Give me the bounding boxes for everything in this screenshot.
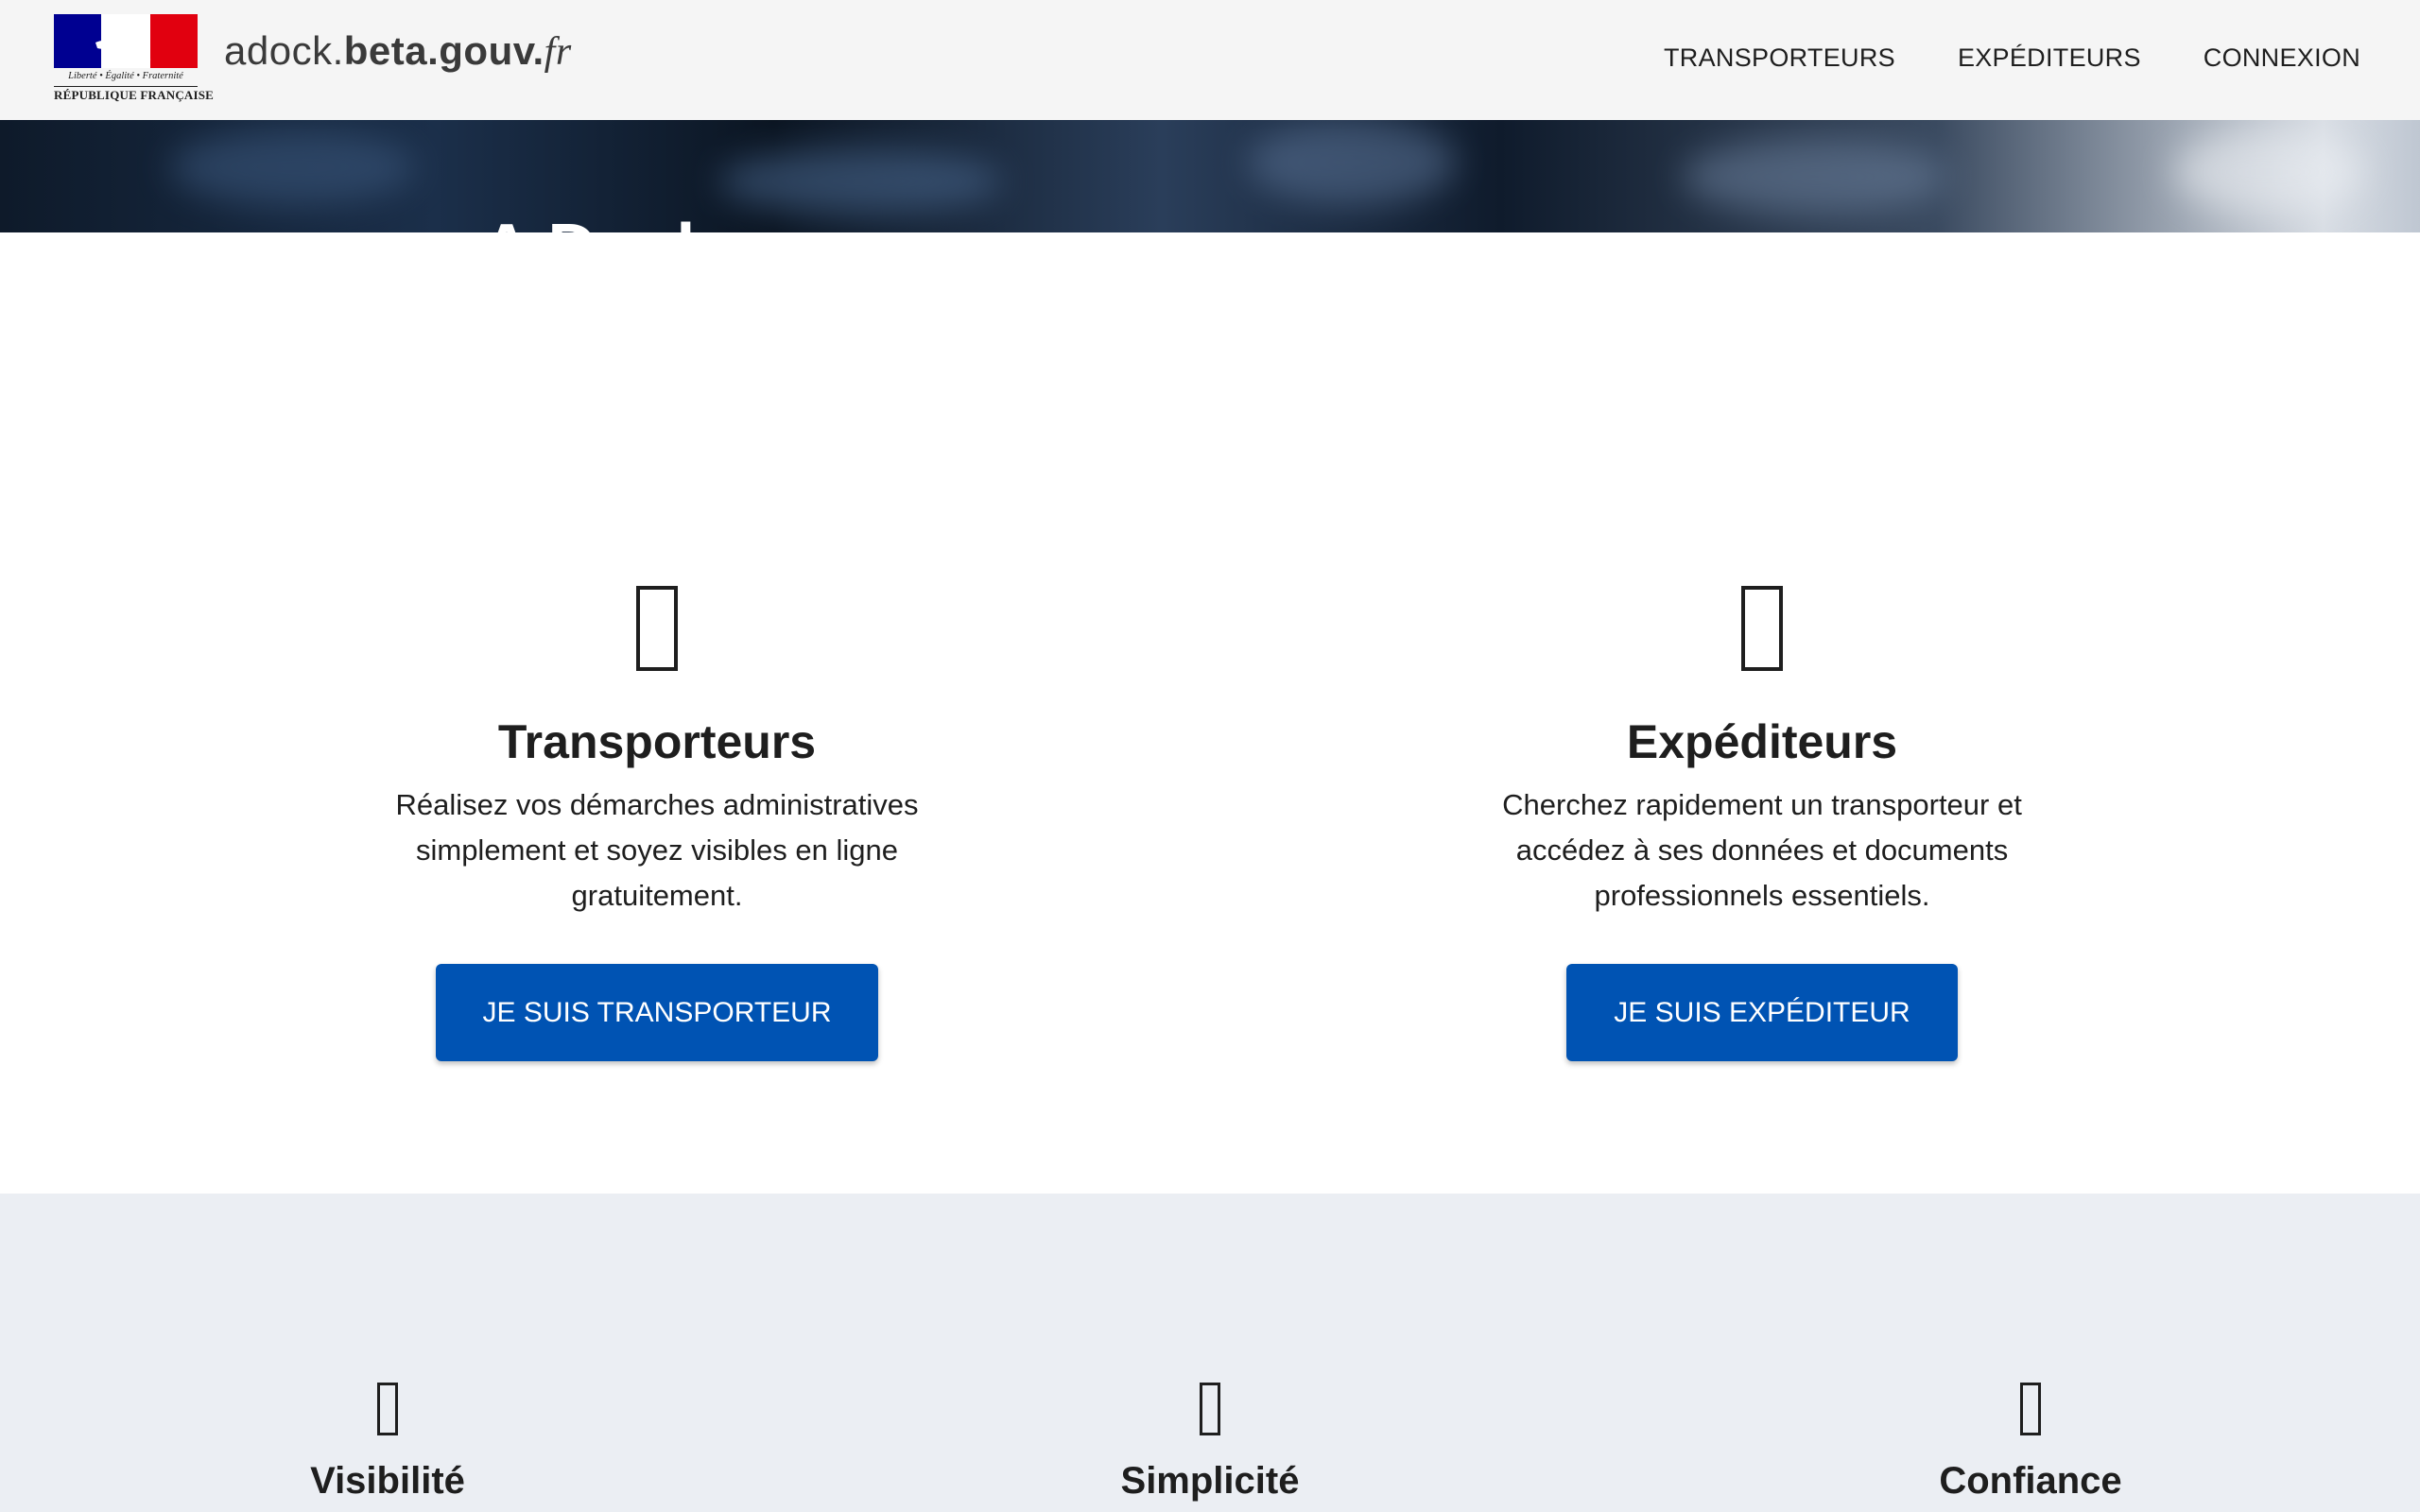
brand-part-adock: adock. [224, 28, 344, 73]
je-suis-transporteur-button[interactable]: JE SUIS TRANSPORTEUR [435, 964, 879, 1061]
nav-link-transporteurs[interactable]: TRANSPORTEURS [1664, 43, 1895, 73]
site-header: Liberté • Égalité • Fraternité RÉPUBLIQU… [0, 0, 2420, 120]
expediteurs-card: Expéditeurs Cherchez rapidement un trans… [1431, 586, 2093, 1061]
republique-francaise-logo[interactable]: Liberté • Égalité • Fraternité RÉPUBLIQU… [54, 14, 214, 102]
hero-banner: A Dock [0, 120, 2420, 232]
shield-icon [2020, 1383, 2041, 1435]
site-brand[interactable]: adock.beta.gouv.fr [224, 28, 572, 75]
truck-icon [636, 586, 678, 671]
nav-link-expediteurs[interactable]: EXPÉDITEURS [1958, 43, 2141, 73]
feature-visibilite: Visibilité [151, 1383, 624, 1500]
eye-icon [377, 1383, 398, 1435]
brand-part-beta: beta [343, 28, 428, 73]
feature-title: Confiance [1939, 1460, 2122, 1502]
nav-link-connexion[interactable]: CONNEXION [2204, 43, 2360, 73]
audience-section: Transporteurs Réalisez vos démarches adm… [0, 232, 2420, 1194]
check-icon [1200, 1383, 1220, 1435]
brand-part-gouv: .gouv. [427, 28, 544, 73]
je-suis-expediteur-button[interactable]: JE SUIS EXPÉDITEUR [1566, 964, 1958, 1061]
features-section: Visibilité Simplicité Confiance [0, 1194, 2420, 1512]
transporteurs-card: Transporteurs Réalisez vos démarches adm… [326, 586, 988, 1061]
feature-confiance: Confiance [1794, 1383, 2267, 1500]
card-title: Expéditeurs [1626, 715, 1898, 768]
feature-simplicite: Simplicité [974, 1383, 1446, 1500]
card-title: Transporteurs [497, 715, 817, 768]
main-nav: TRANSPORTEURS EXPÉDITEURS CONNEXION [1664, 43, 2360, 73]
logo-motto: Liberté • Égalité • Fraternité [68, 71, 183, 81]
logo-republique: RÉPUBLIQUE FRANÇAISE [54, 86, 215, 102]
card-description: Réalisez vos démarches administratives s… [395, 788, 919, 912]
card-description: Cherchez rapidement un transporteur et a… [1502, 788, 2022, 912]
feature-title: Simplicité [1120, 1460, 1300, 1502]
hero-title: A Dock [482, 210, 714, 232]
brand-part-fr: fr [544, 30, 572, 74]
feature-title: Visibilité [310, 1460, 465, 1502]
marianne-icon [95, 18, 151, 68]
box-icon [1741, 586, 1783, 671]
